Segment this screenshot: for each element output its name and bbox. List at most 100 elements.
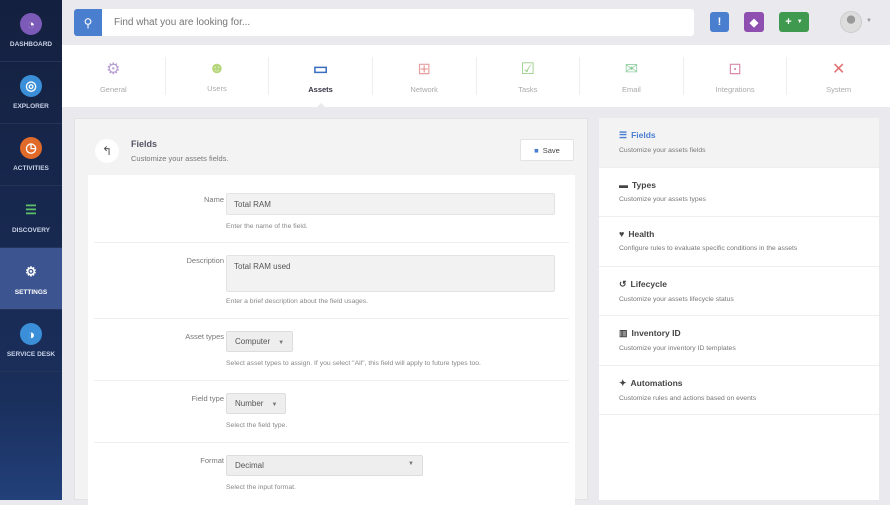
description-textarea[interactable]: Total RAM used — [226, 255, 555, 292]
tab-label: Network — [410, 84, 438, 94]
globe-search-icon: ◎ — [20, 75, 42, 97]
description-hint: Enter a brief description about the fiel… — [226, 298, 369, 305]
menu-item-health[interactable]: ♥ Health Configure rules to evaluate speci… — [599, 217, 879, 267]
sidebar-item-activities[interactable]: ◷ ACTIVITIES — [0, 124, 62, 186]
sidebar-label: SETTINGS — [14, 289, 48, 296]
menu-title: Automations — [630, 377, 683, 388]
save-icon: ■ — [534, 145, 539, 155]
menu-desc: Customize your assets types — [619, 195, 706, 203]
search-input[interactable] — [102, 9, 694, 36]
list-icon: ☰ — [619, 130, 628, 140]
alert-icon: ! — [717, 16, 722, 28]
list-icon: ☰ — [25, 202, 37, 217]
menu-title: Fields — [631, 130, 656, 140]
form-row-field-type: Field type Number ▼ Select the field type… — [94, 381, 569, 443]
tab-tasks[interactable]: ☑ Tasks — [477, 57, 581, 95]
search-box: ⚲ — [74, 9, 694, 36]
format-hint: Select the input format. — [226, 484, 296, 491]
menu-item-lifecycle[interactable]: ↺ Lifecycle Customize your assets lifecycl… — [599, 267, 879, 316]
tab-integrations[interactable]: ⊡ Integrations — [684, 57, 788, 95]
clock-icon: ◷ — [20, 137, 42, 159]
tab-network[interactable]: ⊞ Network — [373, 57, 477, 95]
sidebar-item-discovery[interactable]: ☰ DISCOVERY — [0, 186, 62, 248]
form-row-description: Description Total RAM used Enter a brief… — [94, 243, 569, 319]
fields-panel: ↰ Fields Customize your assets fields. ■… — [74, 118, 588, 505]
assets-settings-menu: ☰ Fields Customize your assets fields ▬ Typ… — [599, 118, 879, 500]
sidebar-item-explorer[interactable]: ◎ EXPLORER — [0, 62, 62, 124]
format-select[interactable]: Decimal ▼ — [226, 455, 423, 476]
field-type-hint: Select the field type. — [226, 422, 288, 429]
caret-down-icon: ▼ — [278, 340, 285, 346]
menu-title: Health — [628, 229, 655, 239]
tab-label: Integrations — [715, 84, 755, 94]
gears-icon: ⚙ — [25, 264, 37, 279]
gears-icon: ⚙ — [106, 60, 121, 78]
menu-item-inventory-id[interactable]: ▥ Inventory ID Customize your inventory ID… — [599, 316, 879, 366]
tab-general[interactable]: ⚙ General — [62, 57, 166, 95]
menu-desc: Customize rules and actions based on eve… — [619, 394, 757, 402]
add-label: + — [785, 16, 792, 28]
tools-icon: ✕ — [831, 60, 846, 78]
alert-button[interactable]: ! — [710, 12, 729, 32]
save-button[interactable]: ■ Save — [520, 139, 574, 161]
tab-users[interactable]: ☻ Users — [166, 57, 270, 95]
users-icon: ☻ — [208, 59, 226, 77]
sidebar: ◔ DASHBOARD ◎ EXPLORER ◷ ACTIVITIES ☰ DISCOV… — [0, 0, 62, 500]
tab-label: System — [826, 84, 852, 94]
settings-tabs: ⚙ General ☻ Users ▭ Assets ⊞ Network ☑ Tasks … — [62, 45, 890, 109]
sidebar-item-settings[interactable]: ⚙ SETTINGS — [0, 248, 62, 310]
page-title: Fields — [131, 139, 158, 149]
tags-button[interactable]: ◆ — [744, 12, 764, 32]
integrations-icon: ⊡ — [728, 60, 742, 78]
sidebar-item-service-desk[interactable]: ◑ SERVICE DESK — [0, 310, 62, 372]
asset-types-select[interactable]: Computer ▼ — [226, 331, 294, 352]
gauge-icon: ◔ — [20, 13, 42, 35]
barcode-icon: ▥ — [619, 328, 628, 338]
magic-wand-icon: ✦ — [619, 377, 627, 388]
tab-system[interactable]: ✕ System — [787, 57, 890, 95]
sidebar-label: DISCOVERY — [11, 227, 51, 234]
format-value: Decimal — [235, 461, 264, 470]
tag-icon: ◆ — [749, 16, 759, 29]
field-type-select[interactable]: Number ▼ — [226, 393, 287, 414]
field-form: Name Total RAM Enter the name of the fie… — [88, 175, 575, 505]
chevron-down-icon: ▼ — [796, 19, 803, 25]
description-label: Description — [186, 256, 224, 265]
page-subtitle: Customize your assets fields. — [131, 154, 229, 163]
tab-label: General — [99, 84, 127, 94]
menu-item-fields[interactable]: ☰ Fields Customize your assets fields — [599, 118, 879, 168]
search-icon[interactable]: ⚲ — [74, 9, 102, 36]
avatar[interactable] — [840, 11, 862, 33]
tab-label: Email — [622, 84, 641, 94]
tab-label: Assets — [308, 84, 333, 94]
form-row-format: Format Decimal ▼ Select the input format. — [94, 443, 569, 505]
asset-types-value: Computer — [235, 337, 271, 346]
top-bar: ⚲ ! ◆ +▼ ▼ — [62, 0, 890, 45]
sidebar-label: ACTIVITIES — [13, 165, 49, 172]
field-type-label: Field type — [191, 394, 224, 403]
menu-desc: Configure rules to evaluate specific con… — [619, 245, 798, 252]
tab-label: Users — [207, 83, 227, 93]
back-arrow-icon: ↰ — [101, 144, 113, 158]
menu-desc: Customize your inventory ID templates — [619, 345, 736, 352]
add-button[interactable]: + ▼ — [779, 12, 809, 32]
name-hint: Enter the name of the field. — [226, 223, 308, 230]
email-icon: ✉ — [624, 60, 639, 78]
computer-icon: ▭ — [313, 60, 329, 78]
chevron-down-icon[interactable]: ▼ — [866, 18, 872, 24]
folder-icon: ▬ — [619, 179, 628, 190]
tab-email[interactable]: ✉ Email — [580, 57, 684, 95]
menu-item-automations[interactable]: ✦ Automations Customize rules and actions … — [599, 366, 879, 415]
caret-down-icon: ▼ — [408, 461, 414, 467]
name-input[interactable]: Total RAM — [226, 193, 555, 215]
menu-item-types[interactable]: ▬ Types Customize your assets types — [599, 168, 879, 217]
caret-down-icon: ▼ — [271, 402, 278, 408]
tasks-icon: ☑ — [520, 60, 535, 78]
tab-assets[interactable]: ▭ Assets — [269, 57, 373, 109]
menu-title: Types — [632, 179, 656, 190]
back-button[interactable]: ↰ — [95, 139, 119, 163]
name-label: Name — [203, 195, 224, 204]
format-label: Format — [200, 456, 224, 465]
sidebar-item-dashboard[interactable]: ◔ DASHBOARD — [0, 0, 62, 62]
sidebar-label: SERVICE DESK — [6, 351, 56, 358]
